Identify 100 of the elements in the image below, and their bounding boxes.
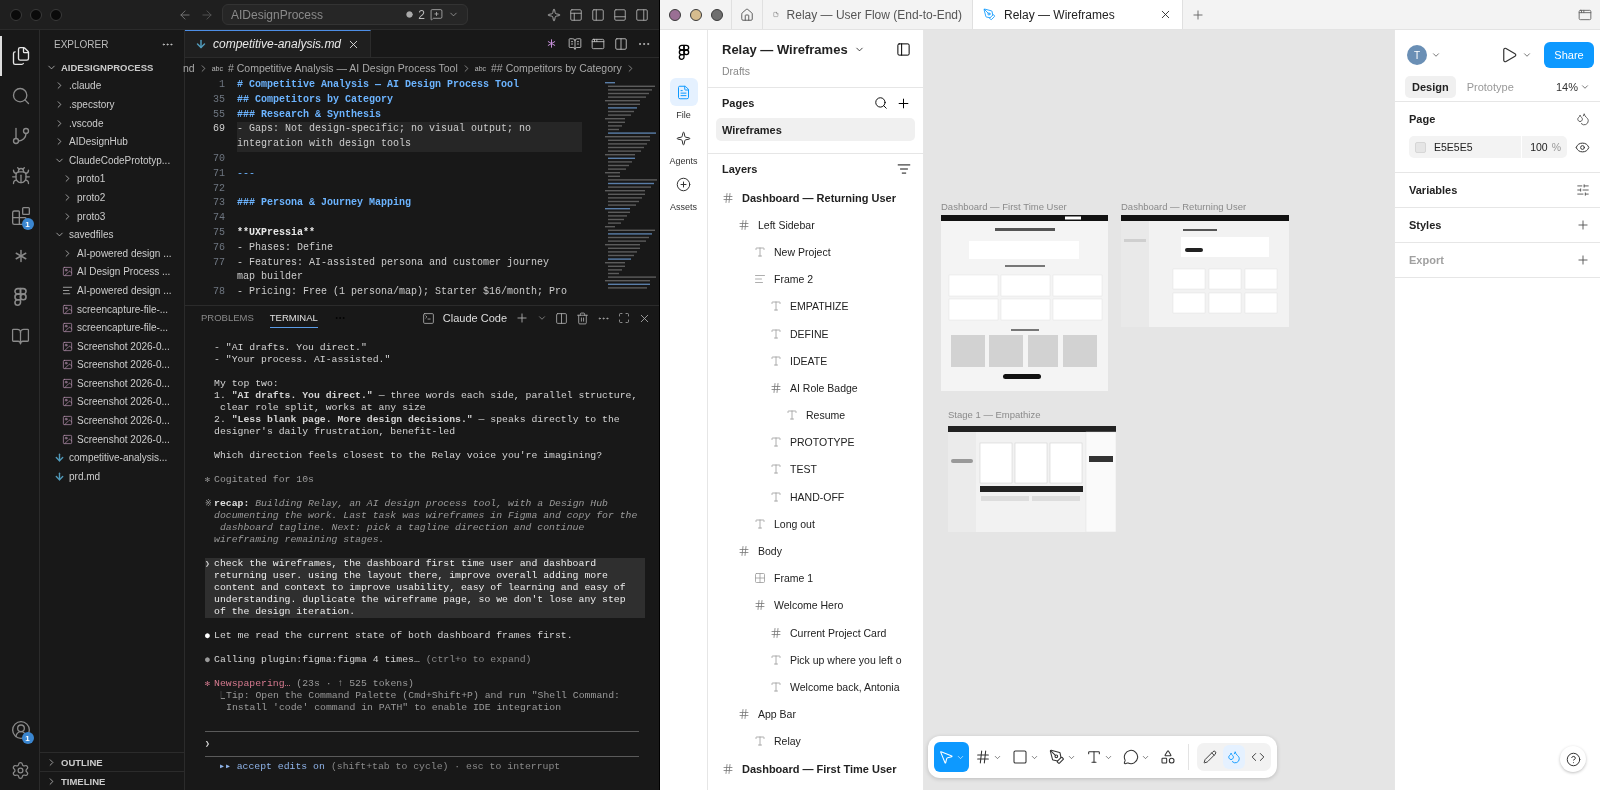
layer-item[interactable]: HAND-OFF <box>708 483 923 511</box>
rail-button[interactable]: File <box>661 78 706 120</box>
panel-tab[interactable]: PROBLEMS <box>201 308 254 328</box>
back-arrow-icon[interactable] <box>178 7 192 22</box>
panel-right-icon[interactable] <box>635 7 649 22</box>
list-icon[interactable] <box>897 162 911 176</box>
split-icon[interactable] <box>555 311 568 325</box>
page-item[interactable]: Wireframes <box>716 118 915 141</box>
file-item[interactable]: Screenshot 2026-0... <box>40 392 184 412</box>
activity-button[interactable]: 1 <box>0 710 40 750</box>
panel-left-icon[interactable] <box>591 7 605 22</box>
file-item[interactable]: AI Design Process ... <box>40 262 184 282</box>
file-item[interactable]: Screenshot 2026-0... <box>40 429 184 449</box>
layer-item[interactable]: DEFINE <box>708 319 923 348</box>
chevron-down-icon[interactable] <box>1522 50 1532 60</box>
maximize-icon[interactable] <box>618 312 630 324</box>
search-icon[interactable] <box>874 96 888 110</box>
layout-icon[interactable] <box>569 7 583 22</box>
folder-item[interactable]: savedfiles <box>40 225 184 244</box>
activity-button[interactable]: 1 <box>0 196 40 236</box>
layer-item[interactable]: TEST <box>708 455 923 484</box>
layer-item[interactable]: Frame 2 <box>708 265 923 293</box>
panel-tab[interactable]: Design <box>1405 75 1456 98</box>
layer-item[interactable]: Welcome back, Antonia <box>708 673 923 701</box>
layer-item[interactable]: Body <box>708 537 923 565</box>
chat-icon[interactable] <box>430 8 443 21</box>
layer-item[interactable]: Dashboard — First Time User <box>708 754 923 783</box>
terminal-name[interactable]: Claude Code <box>442 312 507 324</box>
zoom-control[interactable]: 14% <box>1555 80 1590 93</box>
rail-button[interactable]: Assets <box>661 170 706 212</box>
layer-item[interactable]: Resume <box>708 401 923 429</box>
eye-icon[interactable] <box>1575 139 1590 155</box>
sparkle-icon[interactable] <box>547 7 561 22</box>
layer-item[interactable]: New Project <box>708 238 923 266</box>
file-tab[interactable]: Relay — Wireframes <box>973 0 1183 29</box>
plus-icon[interactable] <box>896 95 911 111</box>
file-item[interactable]: Screenshot 2026-0... <box>40 411 184 430</box>
chevron-down-icon[interactable] <box>1431 50 1441 60</box>
layer-item[interactable]: App Bar <box>708 700 923 728</box>
image-icon <box>62 340 73 352</box>
trash-icon[interactable] <box>576 311 589 325</box>
split-icon[interactable] <box>614 36 628 51</box>
folder-item[interactable]: proto2 <box>40 188 184 207</box>
file-item[interactable]: competitive-analysis... <box>40 448 184 468</box>
breadcrumb[interactable]: # Competitive Analysis — AI Design Process Tool <box>228 62 458 74</box>
folder-item[interactable]: .vscode <box>40 113 184 133</box>
layer-item[interactable]: EMPATHIZE <box>708 292 923 320</box>
file-item[interactable]: screencapture-file-... <box>40 299 184 319</box>
layer-item[interactable]: AI Role Badge <box>708 374 923 402</box>
minimize-button[interactable] <box>690 8 702 21</box>
folder-item[interactable]: AIDesignHub <box>40 132 184 151</box>
layer-item[interactable]: Current Project Card <box>708 619 923 647</box>
color-swatch[interactable] <box>1415 141 1426 153</box>
layer-item[interactable]: Frame 1 <box>708 564 923 592</box>
folder-item[interactable]: proto3 <box>40 206 184 226</box>
panel-tab[interactable]: TERMINAL <box>269 308 318 328</box>
fill-field[interactable]: E5E5E5 100 % <box>1409 136 1567 158</box>
help-button[interactable] <box>1560 746 1586 772</box>
close-button[interactable] <box>669 8 681 21</box>
file-item[interactable]: Screenshot 2026-0... <box>40 374 184 393</box>
panel-bottom-icon[interactable] <box>613 7 627 22</box>
folder-item[interactable]: AI-powered design ... <box>40 243 184 263</box>
folder-header[interactable]: AIDESIGNPROCESS <box>40 58 184 77</box>
layer-item[interactable]: Relay <box>708 727 923 755</box>
opacity-value: 100 <box>1521 136 1552 158</box>
layer-item[interactable]: Welcome Hero <box>708 591 923 619</box>
play-icon[interactable] <box>1500 46 1518 64</box>
file-item[interactable]: prd.md <box>40 467 184 486</box>
section-header[interactable]: TIMELINE <box>40 771 184 790</box>
preview-icon[interactable] <box>568 36 582 51</box>
layer-item[interactable]: PROTOTYPE <box>708 428 923 456</box>
breadcrumb[interactable]: nd <box>183 62 195 74</box>
folder-item[interactable]: .specstory <box>40 95 184 114</box>
file-title[interactable]: Relay — Wireframes <box>722 42 848 57</box>
hash-icon <box>722 191 734 204</box>
layer-item[interactable]: Left Sidebar <box>708 211 923 239</box>
zoom-button[interactable] <box>711 8 723 21</box>
layer-item[interactable]: Pick up where you left o <box>708 646 923 674</box>
pen-icon <box>983 8 996 21</box>
sidebar-toggle-icon[interactable] <box>896 42 911 57</box>
command-center[interactable]: AIDesignProcess 2 <box>222 4 468 25</box>
hash-icon <box>738 708 750 721</box>
folder-item[interactable]: ClaudeCodePrototyp... <box>40 150 184 170</box>
section-header[interactable]: OUTLINE <box>40 752 184 771</box>
layer-item[interactable]: IDEATE <box>708 347 923 375</box>
folder-item[interactable]: proto1 <box>40 169 184 189</box>
close-icon[interactable] <box>1159 8 1172 21</box>
window-icon[interactable] <box>591 36 605 51</box>
chevron-down-icon[interactable] <box>537 313 547 323</box>
editor-tab[interactable]: competitive-analysis.md <box>185 30 372 57</box>
folder-item[interactable]: .claude <box>40 76 184 96</box>
breadcrumb[interactable]: ## Competitors by Category <box>491 62 622 74</box>
layer-item[interactable]: Dashboard — Returning User <box>708 184 923 212</box>
file-item[interactable]: Screenshot 2026-0... <box>40 336 184 356</box>
file-item[interactable]: Screenshot 2026-0... <box>40 355 184 375</box>
rail-button[interactable]: Agents <box>661 124 706 166</box>
file-item[interactable]: AI-powered design ... <box>40 281 184 300</box>
file-item[interactable]: screencapture-file-... <box>40 318 184 337</box>
home-button[interactable] <box>731 0 763 29</box>
layer-item[interactable]: Long out <box>708 510 923 538</box>
